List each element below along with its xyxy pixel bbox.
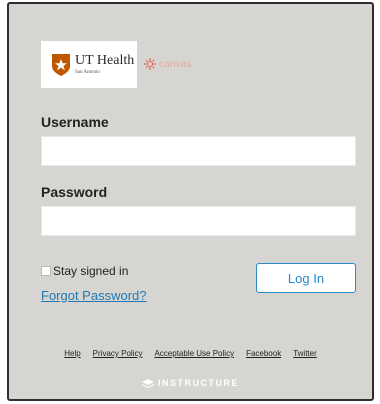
twitter-link[interactable]: Twitter bbox=[293, 349, 317, 358]
stay-signed-in[interactable]: Stay signed in bbox=[41, 264, 128, 278]
shield-star-icon bbox=[52, 53, 70, 76]
canvas-dots-icon bbox=[144, 58, 156, 70]
forgot-password-link[interactable]: Forgot Password? bbox=[41, 288, 147, 303]
footer-links: Help Privacy Policy Acceptable Use Polic… bbox=[9, 349, 372, 358]
instructure-wordmark: INSTRUCTURE bbox=[158, 378, 239, 388]
stay-signed-in-label[interactable]: Stay signed in bbox=[53, 264, 128, 278]
login-button[interactable]: Log In bbox=[256, 263, 356, 293]
acceptable-use-policy-link[interactable]: Acceptable Use Policy bbox=[154, 349, 234, 358]
password-label: Password bbox=[41, 184, 108, 200]
stay-signed-in-checkbox[interactable] bbox=[41, 266, 51, 276]
password-input[interactable] bbox=[41, 206, 356, 236]
canvas-wordmark: canvas bbox=[159, 58, 192, 70]
login-panel: UT Health San Antonio canvas Username Pa… bbox=[7, 2, 374, 401]
username-label: Username bbox=[41, 114, 109, 130]
ut-health-logo: UT Health San Antonio bbox=[41, 41, 137, 88]
instructure-icon bbox=[142, 378, 154, 388]
instructure-logo[interactable]: INSTRUCTURE bbox=[9, 378, 372, 388]
privacy-policy-link[interactable]: Privacy Policy bbox=[93, 349, 143, 358]
org-subtitle: San Antonio bbox=[75, 70, 100, 75]
facebook-link[interactable]: Facebook bbox=[246, 349, 281, 358]
username-input[interactable] bbox=[41, 136, 356, 166]
canvas-brand: canvas bbox=[144, 58, 192, 70]
help-link[interactable]: Help bbox=[64, 349, 80, 358]
org-name: UT Health bbox=[75, 53, 135, 68]
